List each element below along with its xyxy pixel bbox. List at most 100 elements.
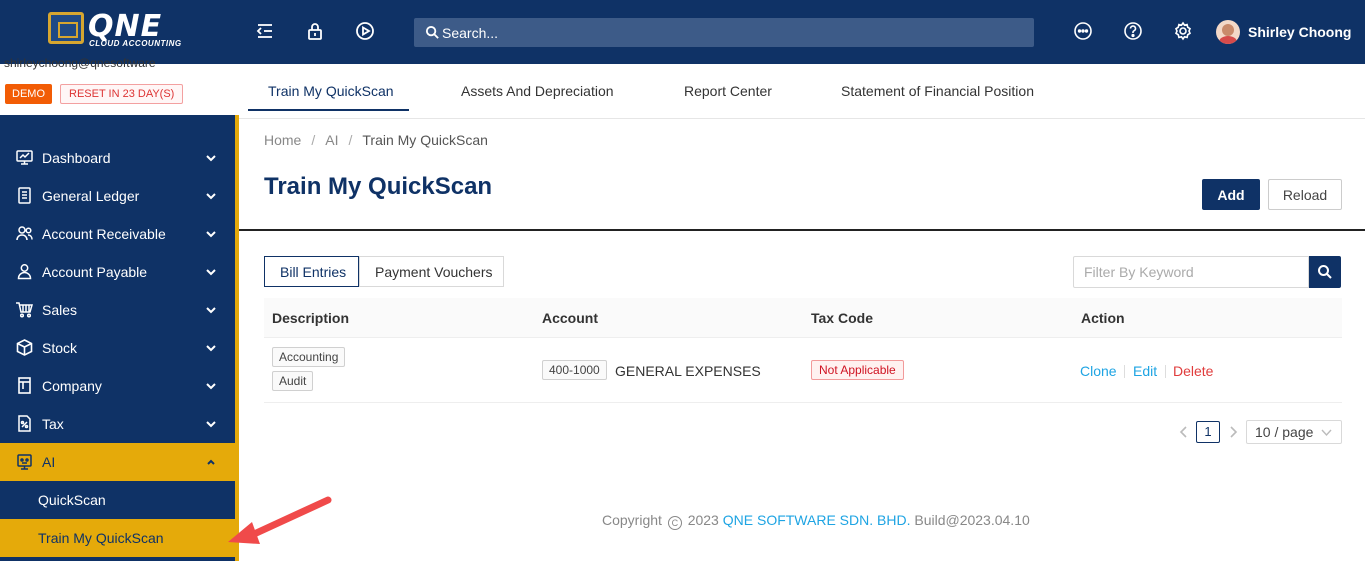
sidebar-item-stock[interactable]: Stock [0,329,235,367]
tab-report-center[interactable]: Report Center [684,83,772,99]
play-circle-icon[interactable] [354,20,376,42]
sidebar-item-label: Account Receivable [42,226,166,242]
breadcrumb-ai[interactable]: AI [325,132,338,148]
sidebar-item-label: General Ledger [42,188,140,204]
account-info: shirleychoong@qnesoftware DEMO RESET IN … [0,56,237,115]
pagination-next-icon[interactable] [1226,424,1240,440]
search-input[interactable] [442,18,1022,47]
qne-logo[interactable]: QNE CLOUD ACCOUNTING [48,9,193,50]
active-tab-indicator [248,109,409,111]
help-icon[interactable] [1122,20,1144,42]
chevron-down-icon [1321,428,1332,437]
sidebar-item-general-ledger[interactable]: General Ledger [0,177,235,215]
page-title: Train My QuickScan [264,173,493,200]
tab-bill-entries[interactable]: Bill Entries [264,256,359,287]
filter-search-button[interactable] [1309,256,1341,288]
sidebar-item-tax[interactable]: Tax [0,405,235,443]
chat-icon[interactable] [1072,20,1094,42]
cart-icon [15,300,34,319]
robot-icon [15,452,34,471]
users-icon [15,224,34,243]
sidebar-item-account-payable[interactable]: Account Payable [0,253,235,291]
logo-tagline: CLOUD ACCOUNTING [89,39,182,48]
column-header-description: Description [272,310,350,326]
sidebar-subitem-train-my-quickscan[interactable]: Train My QuickScan [0,519,239,557]
sidebar-item-label: Account Payable [42,264,148,280]
tax-code-badge: Not Applicable [811,360,904,380]
filter-keyword-input[interactable] [1073,256,1309,288]
footer-company-link[interactable]: QNE SOFTWARE SDN. BHD. [723,512,911,528]
chevron-down-icon [205,152,217,164]
top-bar: QNE CLOUD ACCOUNTING Shirley Choong [0,0,1365,64]
ledger-icon [15,186,34,205]
breadcrumb-current: Train My QuickScan [362,132,488,148]
logo-mark-icon [48,12,84,44]
search-icon [425,25,439,39]
footer: Copyright C 2023 QNE SOFTWARE SDN. BHD. … [602,512,1030,530]
chevron-down-icon [205,190,217,202]
sidebar: Dashboard General Ledger Account Receiva… [0,115,239,561]
reload-button[interactable]: Reload [1268,179,1342,210]
gear-icon[interactable] [1172,20,1194,42]
action-divider [1124,365,1125,378]
description-tag: Accounting [272,347,346,367]
tab-assets-and-depreciation[interactable]: Assets And Depreciation [461,83,614,99]
sidebar-item-label: AI [42,454,56,470]
table-row: Accounting Audit 400-1000 GENERAL EXPENS… [264,338,1342,403]
user-icon [15,262,34,281]
footer-copyright-label: Copyright [602,512,662,528]
column-header-tax-code: Tax Code [811,310,873,326]
sidebar-item-sales[interactable]: Sales [0,291,235,329]
breadcrumb-home[interactable]: Home [264,132,301,148]
sidebar-item-company[interactable]: Company [0,367,235,405]
building-icon [15,376,34,395]
footer-build: Build@2023.04.10 [914,512,1030,528]
chevron-down-icon [205,380,217,392]
sidebar-subitem-label: Train My QuickScan [38,530,164,546]
search-icon [1318,265,1332,279]
tax-document-icon [15,414,34,433]
sidebar-item-label: Dashboard [42,150,111,166]
cube-icon [15,338,34,357]
sidebar-item-ai[interactable]: AI [0,443,235,481]
add-button[interactable]: Add [1202,179,1260,210]
chevron-down-icon [205,266,217,278]
reset-countdown-badge: RESET IN 23 DAY(S) [60,84,184,104]
sidebar-item-label: Company [42,378,102,394]
footer-year: 2023 [687,512,719,528]
monitor-chart-icon [15,148,34,167]
page-size-select[interactable]: 10 / page [1246,420,1342,444]
table-header: Description Account Tax Code Action [264,298,1342,338]
sidebar-item-label: Sales [42,302,78,318]
chevron-down-icon [205,228,217,240]
tab-payment-vouchers[interactable]: Payment Vouchers [359,256,504,287]
lock-icon[interactable] [304,20,326,42]
edit-link[interactable]: Edit [1133,363,1157,379]
delete-link[interactable]: Delete [1173,363,1213,379]
avatar[interactable] [1216,20,1240,44]
sidebar-subitem-quickscan[interactable]: QuickScan [0,481,235,519]
description-tag: Audit [272,371,314,391]
chevron-down-icon [205,418,217,430]
column-header-action: Action [1081,310,1125,326]
clone-link[interactable]: Clone [1080,363,1117,379]
sidebar-accent-strip [235,115,239,561]
pagination-page[interactable]: 1 [1196,421,1220,443]
tab-train-my-quickscan[interactable]: Train My QuickScan [268,83,394,99]
action-divider [1165,365,1166,378]
demo-badge: DEMO [5,84,52,104]
menu-collapse-icon[interactable] [254,20,276,42]
user-email: shirleychoong@qnesoftware [4,56,156,70]
chevron-down-icon [205,304,217,316]
user-name[interactable]: Shirley Choong [1248,24,1351,40]
sidebar-item-label: Tax [42,416,64,432]
sidebar-subitem-label: QuickScan [38,492,106,508]
sidebar-item-account-receivable[interactable]: Account Receivable [0,215,235,253]
sidebar-item-dashboard[interactable]: Dashboard [0,139,235,177]
global-search[interactable] [414,18,1034,47]
pagination-prev-icon[interactable] [1177,424,1191,440]
account-code-tag: 400-1000 [542,360,607,380]
page-size-value: 10 / page [1255,424,1314,440]
sidebar-item-label: Stock [42,340,78,356]
tab-statement-of-financial-position[interactable]: Statement of Financial Position [841,83,1034,99]
